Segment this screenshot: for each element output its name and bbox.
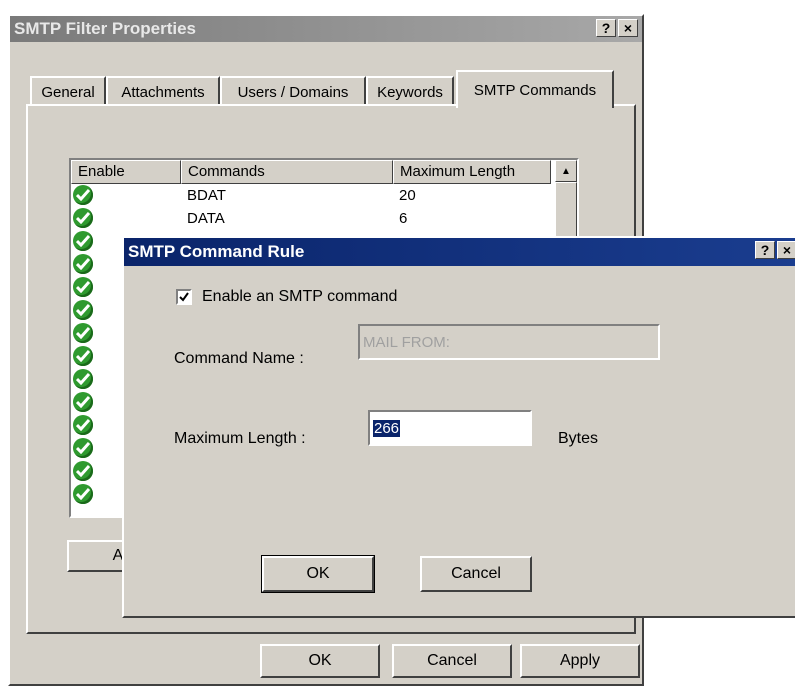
tab-smtp-commands[interactable]: SMTP Commands: [456, 70, 614, 108]
enabled-check-icon: [73, 461, 93, 481]
enabled-check-icon: [73, 415, 93, 435]
tab-label: Attachments: [121, 83, 205, 101]
dialog-titlebar[interactable]: SMTP Command Rule ? ×: [124, 238, 795, 266]
table-row[interactable]: BDAT 20: [71, 184, 551, 208]
max-length-cell: 6: [399, 210, 408, 227]
tab-keywords[interactable]: Keywords: [366, 76, 454, 106]
close-button[interactable]: ×: [618, 19, 638, 37]
scroll-up-arrow-icon[interactable]: ▲: [555, 160, 577, 182]
ok-label: OK: [308, 652, 332, 669]
apply-label: Apply: [559, 652, 601, 669]
list-header: Enable Commands Maximum Length: [71, 160, 577, 184]
column-max-length[interactable]: Maximum Length: [393, 160, 551, 184]
enabled-check-icon: [73, 438, 93, 458]
enabled-check-icon: [73, 277, 93, 297]
command-cell: BDAT: [187, 187, 226, 204]
enabled-check-icon: [73, 208, 93, 228]
main-ok-button[interactable]: OK: [260, 644, 380, 678]
enable-smtp-command-checkbox[interactable]: Enable an SMTP command: [176, 288, 397, 306]
tab-label: Users / Domains: [237, 83, 349, 101]
max-length-label: Maximum Length :: [174, 430, 306, 447]
enabled-check-icon: [73, 300, 93, 320]
enabled-check-icon: [73, 185, 93, 205]
enabled-check-icon: [73, 346, 93, 366]
column-commands[interactable]: Commands: [181, 160, 393, 184]
enabled-check-icon: [73, 484, 93, 504]
tab-general[interactable]: General: [30, 76, 106, 106]
cancel-label: Cancel: [451, 565, 501, 582]
enabled-check-icon: [73, 369, 93, 389]
tab-attachments[interactable]: Attachments: [106, 76, 220, 106]
dialog-cancel-button[interactable]: Cancel: [420, 556, 532, 592]
dialog-title: SMTP Command Rule: [128, 242, 305, 261]
tab-label: General: [41, 83, 95, 101]
enabled-check-icon: [73, 323, 93, 343]
enable-checkbox-label: Enable an SMTP command: [202, 288, 398, 305]
max-length-input[interactable]: 266: [368, 410, 532, 446]
dialog-close-button[interactable]: ×: [777, 241, 795, 259]
command-cell: DATA: [187, 210, 225, 227]
dialog-help-button[interactable]: ?: [755, 241, 775, 259]
enabled-check-icon: [73, 231, 93, 251]
tab-label: Keywords: [377, 83, 443, 101]
column-enable[interactable]: Enable: [71, 160, 181, 184]
command-name-value: MAIL FROM:: [363, 333, 450, 351]
table-row[interactable]: DATA 6: [71, 207, 551, 231]
max-length-value: 266: [373, 419, 401, 437]
cancel-label: Cancel: [427, 652, 477, 669]
command-name-label: Command Name :: [174, 350, 304, 367]
checkmark-icon: [179, 292, 189, 302]
bytes-unit-label: Bytes: [558, 430, 599, 447]
main-cancel-button[interactable]: Cancel: [392, 644, 512, 678]
enabled-check-icon: [73, 254, 93, 274]
tab-users-domains[interactable]: Users / Domains: [220, 76, 366, 106]
checkbox-box[interactable]: [176, 289, 192, 305]
apply-button[interactable]: Apply: [520, 644, 640, 678]
main-titlebar[interactable]: SMTP Filter Properties ? ×: [10, 16, 642, 42]
max-length-cell: 20: [399, 187, 416, 204]
tab-label: SMTP Commands: [473, 81, 597, 99]
command-name-field: MAIL FROM:: [358, 324, 660, 360]
main-window-title: SMTP Filter Properties: [14, 19, 197, 38]
smtp-command-rule-dialog: SMTP Command Rule ? × Enable an SMTP com…: [122, 236, 795, 618]
dialog-ok-button[interactable]: OK: [261, 555, 375, 593]
enabled-check-icon: [73, 392, 93, 412]
ok-label: OK: [306, 565, 330, 582]
help-button[interactable]: ?: [596, 19, 616, 37]
